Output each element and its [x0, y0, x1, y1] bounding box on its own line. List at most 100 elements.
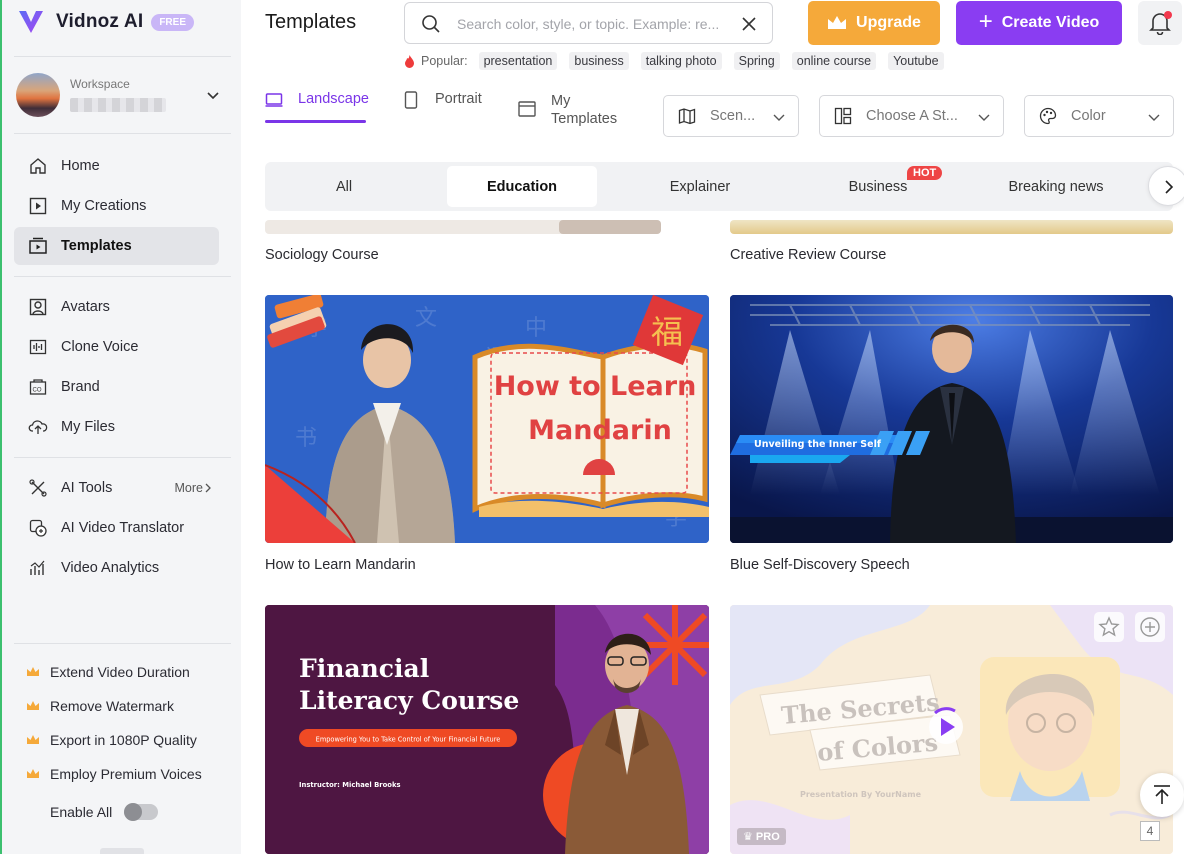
template-title[interactable]: Sociology Course	[265, 247, 379, 263]
sidebar-item-brand[interactable]: CO Brand	[14, 368, 219, 406]
template-title[interactable]: How to Learn Mandarin	[265, 557, 416, 573]
workspace-switcher[interactable]: Workspace	[16, 72, 231, 118]
popular-tag-business[interactable]: business	[569, 52, 629, 70]
app-logo[interactable]: Vidnoz AI FREE	[16, 7, 194, 37]
chevron-down-icon	[207, 92, 219, 100]
add-circle-icon	[1140, 617, 1160, 637]
sidebar-item-label: Avatars	[61, 299, 110, 315]
template-thumbnail-sociology-detail	[559, 220, 661, 234]
tab-landscape[interactable]: Landscape	[265, 91, 369, 109]
more-label: More	[174, 481, 203, 495]
sidebar-item-home[interactable]: Home	[14, 147, 219, 185]
svg-text:Mandarin: Mandarin	[528, 415, 672, 446]
tab-my-templates[interactable]: My Templates	[518, 92, 623, 128]
divider	[14, 276, 231, 277]
layout-icon	[834, 107, 852, 125]
enable-all-label: Enable All	[50, 804, 113, 820]
plus-icon: +	[978, 7, 993, 35]
promo-premium-voices[interactable]: Employ Premium Voices	[26, 766, 202, 782]
popular-tag-online-course[interactable]: online course	[791, 52, 877, 70]
thumb-text-line: Mandarin	[528, 415, 672, 446]
play-square-icon	[29, 197, 47, 215]
category-next-button[interactable]	[1148, 166, 1184, 206]
crown-icon	[828, 16, 847, 29]
search-box	[404, 2, 773, 44]
popular-tag-talking-photo[interactable]: talking photo	[640, 52, 722, 70]
template-title[interactable]: Creative Review Course	[730, 247, 886, 263]
category-bar: All Education Explainer Business Breakin…	[265, 162, 1173, 211]
category-education[interactable]: Education	[447, 166, 597, 207]
popular-tag-youtube[interactable]: Youtube	[888, 52, 944, 70]
promo-export-1080p[interactable]: Export in 1080P Quality	[26, 732, 197, 748]
clear-search-icon[interactable]	[740, 15, 758, 33]
tab-label: Landscape	[298, 91, 369, 107]
analytics-icon	[30, 560, 45, 575]
sidebar-item-avatars[interactable]: Avatars	[14, 288, 219, 326]
avatar-icon	[29, 298, 47, 316]
translate-icon	[29, 519, 47, 537]
crown-icon	[27, 701, 39, 710]
sidebar-item-my-creations[interactable]: My Creations	[14, 187, 219, 225]
enable-all-toggle[interactable]	[124, 803, 159, 821]
search-input[interactable]	[457, 13, 732, 35]
ai-tools-more-link[interactable]: More	[175, 481, 213, 495]
add-button[interactable]	[1135, 612, 1165, 642]
category-all[interactable]: All	[269, 166, 419, 207]
svg-text:福: 福	[651, 313, 683, 351]
svg-text:文: 文	[415, 306, 437, 331]
sidebar-item-ai-tools[interactable]: AI Tools More	[14, 469, 219, 507]
back-to-top-button[interactable]	[1140, 773, 1184, 817]
sidebar-item-label: Clone Voice	[61, 339, 139, 355]
sidebar-item-label: My Creations	[61, 198, 147, 214]
favorite-button[interactable]	[1094, 612, 1124, 642]
mandarin-thumbnail-art: 字文语书学中 How to Learn Mandarin 福	[265, 295, 709, 543]
template-thumbnail-secrets-of-colors[interactable]: The Secrets of Colors Presentation By Yo…	[730, 605, 1173, 854]
sidebar-item-ai-video-translator[interactable]: AI Video Translator	[14, 509, 219, 547]
sidebar-item-label: My Files	[61, 419, 115, 435]
promo-remove-watermark[interactable]: Remove Watermark	[26, 698, 174, 714]
vidnoz-logo-icon	[19, 11, 43, 33]
style-filter-dropdown[interactable]: Choose A St...	[819, 95, 1004, 137]
template-title[interactable]: Blue Self-Discovery Speech	[730, 557, 910, 573]
sidebar-collapse-handle[interactable]	[100, 848, 144, 854]
crown-icon: ♛	[743, 831, 756, 843]
workspace-label: Workspace	[70, 77, 130, 91]
popular-tag-spring[interactable]: Spring	[733, 52, 780, 70]
my-templates-icon	[518, 101, 536, 117]
popular-tag-presentation[interactable]: presentation	[478, 52, 558, 70]
crown-icon	[27, 735, 39, 744]
template-thumbnail-self-discovery[interactable]: Unveiling the Inner Self	[730, 295, 1173, 543]
thumb-footer: Instructor: Michael Brooks	[299, 781, 401, 789]
promo-label: Extend Video Duration	[50, 664, 190, 680]
create-video-button[interactable]: + Create Video	[956, 1, 1122, 45]
sidebar-item-templates[interactable]: Templates	[14, 227, 219, 265]
sidebar-item-clone-voice[interactable]: Clone Voice	[14, 328, 219, 366]
self-discovery-thumbnail-art: Unveiling the Inner Self	[730, 295, 1173, 543]
template-thumbnail-financial-literacy[interactable]: Financial Literacy Course Empowering You…	[265, 605, 709, 854]
color-filter-label: Color	[1071, 108, 1106, 124]
divider	[14, 457, 231, 458]
category-explainer[interactable]: Explainer	[625, 166, 775, 207]
category-breaking-news[interactable]: Breaking news	[981, 166, 1131, 207]
sidebar-item-video-analytics[interactable]: Video Analytics	[14, 549, 219, 587]
plan-badge: FREE	[151, 13, 194, 31]
tab-portrait[interactable]: Portrait	[402, 91, 482, 109]
sidebar-item-my-files[interactable]: My Files	[14, 408, 219, 446]
promo-extend-duration[interactable]: Extend Video Duration	[26, 664, 190, 680]
enable-all-row: Enable All	[50, 803, 159, 821]
star-icon	[1098, 616, 1120, 637]
chevron-down-icon	[1148, 114, 1160, 121]
chevron-right-icon	[205, 483, 211, 493]
thumb-text-line: Financial	[299, 654, 429, 683]
color-filter-dropdown[interactable]: Color	[1024, 95, 1174, 137]
divider	[14, 643, 231, 644]
upgrade-button[interactable]: Upgrade	[808, 1, 940, 45]
template-thumbnail-creative-review[interactable]	[730, 220, 1173, 234]
financial-thumbnail-art: Financial Literacy Course Empowering You…	[265, 605, 709, 854]
create-video-label: Create Video	[1001, 14, 1100, 31]
promo-label: Employ Premium Voices	[50, 766, 202, 782]
svg-text:CO: CO	[33, 388, 42, 394]
scene-filter-dropdown[interactable]: Scen...	[663, 95, 799, 137]
notifications-button[interactable]	[1138, 1, 1182, 45]
template-thumbnail-mandarin[interactable]: 字文语书学中 How to Learn Mandarin 福	[265, 295, 709, 543]
